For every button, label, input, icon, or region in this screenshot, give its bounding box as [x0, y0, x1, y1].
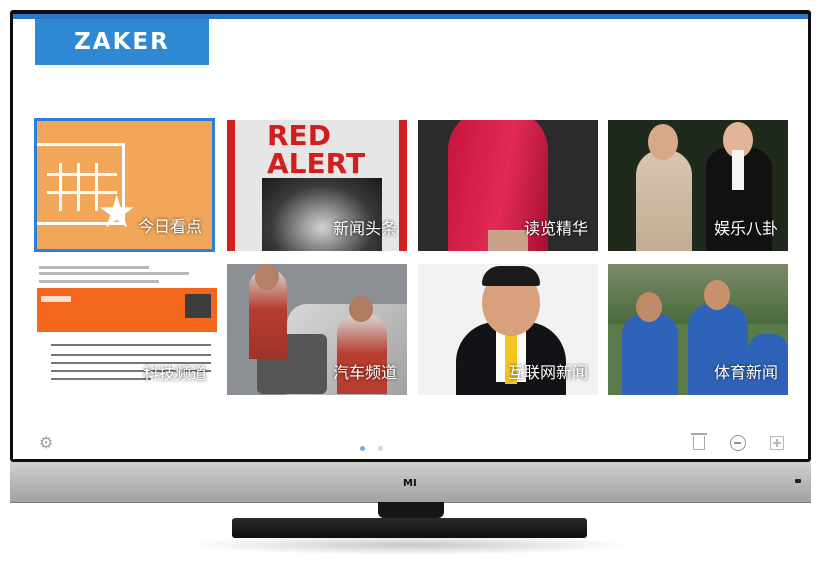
minus-circle-icon[interactable]	[730, 435, 746, 451]
email-text-line	[51, 354, 211, 356]
magazine-border	[399, 120, 407, 251]
email-banner-badge	[185, 294, 211, 318]
plus-square-icon[interactable]	[770, 436, 784, 450]
celebrity-photo	[636, 150, 692, 251]
email-text-line	[51, 378, 151, 380]
tile-label: 新闻头条	[332, 219, 397, 238]
magazine-headline: RED ALERT	[267, 120, 366, 180]
player-photo	[622, 314, 678, 395]
trash-icon[interactable]	[691, 433, 707, 450]
tile-entertainment[interactable]: 娱乐八卦	[608, 120, 788, 251]
tile-label: 汽车频道	[332, 363, 397, 382]
tile-auto-channel[interactable]: 汽车频道	[227, 264, 407, 395]
person-photo-hair	[482, 266, 540, 286]
app-logo: ZAKER	[35, 19, 209, 65]
tv-screen: ZAKER ★ 今日看点 RED ALERT 新闻头条 读览精华 娱乐八卦 科技…	[13, 14, 808, 459]
page-indicator-active[interactable]	[360, 446, 365, 451]
tv-brand-logo: MI	[403, 478, 417, 489]
player-photo-head	[704, 280, 730, 310]
fashion-photo-detail	[488, 230, 528, 251]
tile-label: 娱乐八卦	[713, 219, 778, 238]
email-text-line	[39, 272, 189, 275]
calendar-grid-line	[59, 163, 62, 211]
tile-internet-news[interactable]: 互联网新闻	[418, 264, 598, 395]
mechanic-photo-head	[255, 264, 279, 290]
email-text-line	[39, 280, 159, 283]
player-photo-head	[636, 292, 662, 322]
tile-today-highlights[interactable]: ★ 今日看点	[34, 118, 215, 252]
tile-label: 科技频道	[142, 364, 207, 383]
email-text-line	[39, 266, 149, 269]
email-text-line	[51, 344, 211, 346]
tile-tech-channel[interactable]: 科技频道	[37, 262, 217, 396]
app-logo-text: ZAKER	[74, 29, 170, 55]
calendar-grid-line	[47, 173, 117, 176]
mechanic-photo-head	[349, 296, 373, 322]
tv-power-led	[795, 479, 801, 483]
celebrity-photo-detail	[732, 150, 744, 190]
tile-label: 互联网新闻	[507, 363, 588, 382]
tile-headline-news[interactable]: RED ALERT 新闻头条	[227, 120, 407, 251]
tile-label: 体育新闻	[713, 363, 778, 382]
tv-stand-neck	[378, 502, 444, 518]
celebrity-photo-head	[648, 124, 678, 160]
tile-digest[interactable]: 读览精华	[418, 120, 598, 251]
gear-icon[interactable]: ⚙	[39, 435, 53, 451]
page-indicator[interactable]	[378, 446, 383, 451]
magazine-border	[227, 120, 235, 251]
calendar-grid-line	[77, 163, 80, 211]
star-icon: ★	[97, 187, 137, 238]
tile-label: 今日看点	[137, 217, 202, 236]
tv-stand-shadow	[185, 535, 635, 555]
tile-label: 读览精华	[523, 219, 588, 238]
tile-sports-news[interactable]: 体育新闻	[608, 264, 788, 395]
email-banner-logo	[41, 296, 71, 302]
